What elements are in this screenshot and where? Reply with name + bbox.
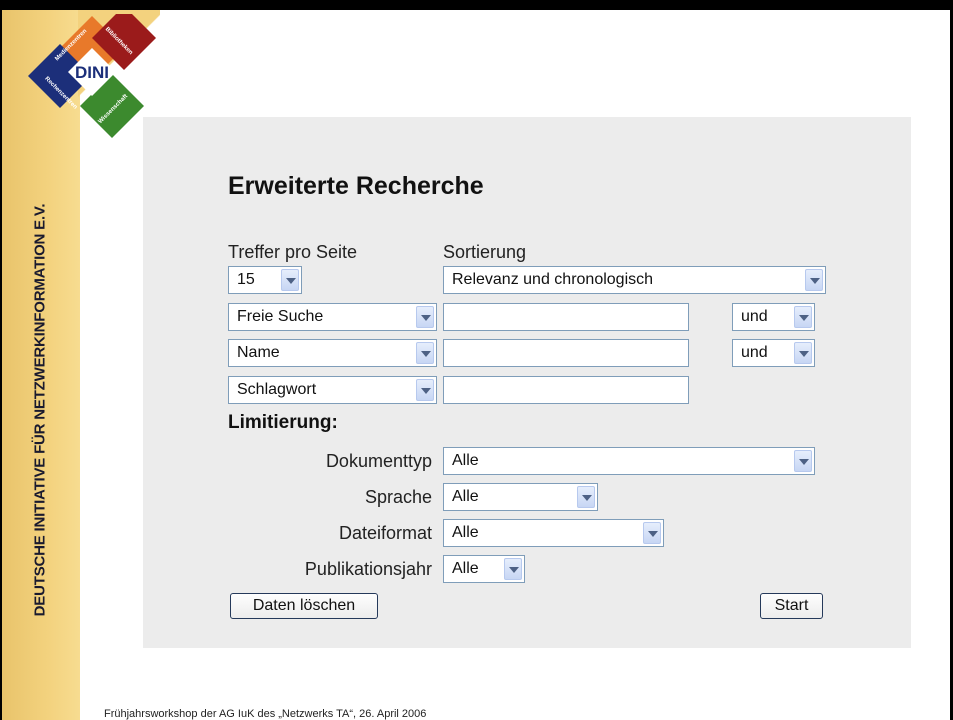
field-select-1[interactable]: Freie Suche	[228, 303, 437, 331]
search-input-3[interactable]	[443, 376, 689, 404]
treffer-select[interactable]: 15	[228, 266, 302, 294]
clear-button[interactable]: Daten löschen	[230, 593, 378, 619]
dokumenttyp-value: Alle	[452, 452, 479, 469]
field-value-3: Schlagwort	[237, 381, 317, 398]
vertical-title: DEUTSCHE INITIATIVE FÜR NETZWERKINFORMAT…	[31, 203, 49, 617]
sprache-select[interactable]: Alle	[443, 483, 598, 511]
chevron-down-icon[interactable]	[794, 450, 812, 472]
logo-center-text: DINI	[75, 63, 109, 82]
dini-logo: DINI Medienzentren Bibliotheken Rechenze…	[28, 14, 156, 138]
chevron-down-icon[interactable]	[643, 522, 661, 544]
chevron-down-icon[interactable]	[416, 379, 434, 401]
sidebar-edge	[0, 10, 2, 720]
dokumenttyp-label: Dokumenttyp	[325, 451, 432, 471]
operator-select-2[interactable]: und	[732, 339, 815, 367]
treffer-label: Treffer pro Seite	[228, 242, 358, 262]
operator-select-1[interactable]: und	[732, 303, 815, 331]
chevron-down-icon[interactable]	[805, 269, 823, 291]
sortierung-label: Sortierung	[443, 242, 527, 262]
operator-value-1: und	[741, 308, 768, 325]
chevron-down-icon[interactable]	[281, 269, 299, 291]
publikationsjahr-label: Publikationsjahr	[304, 559, 432, 579]
operator-value-2: und	[741, 344, 768, 361]
sprache-value: Alle	[452, 488, 479, 505]
chevron-down-icon[interactable]	[416, 306, 434, 328]
search-input-2[interactable]	[443, 339, 689, 367]
limitierung-heading: Limitierung:	[228, 412, 338, 433]
dokumenttyp-select[interactable]: Alle	[443, 447, 815, 475]
search-input-1[interactable]	[443, 303, 689, 331]
treffer-value: 15	[237, 271, 255, 288]
chevron-down-icon[interactable]	[416, 342, 434, 364]
dateiformat-value: Alle	[452, 524, 479, 541]
chevron-down-icon[interactable]	[794, 342, 812, 364]
footer-text: Frühjahrsworkshop der AG IuK des „Netzwe…	[104, 708, 427, 720]
sprache-label: Sprache	[364, 487, 432, 507]
dateiformat-label: Dateiformat	[338, 523, 432, 543]
field-select-3[interactable]: Schlagwort	[228, 376, 437, 404]
start-button[interactable]: Start	[760, 593, 823, 619]
page-title: Erweiterte Recherche	[228, 172, 484, 200]
field-value-2: Name	[237, 344, 280, 361]
sortierung-value: Relevanz und chronologisch	[452, 271, 654, 288]
publikationsjahr-select[interactable]: Alle	[443, 555, 525, 583]
chevron-down-icon[interactable]	[504, 558, 522, 580]
top-border	[0, 0, 953, 10]
field-value-1: Freie Suche	[237, 308, 324, 325]
field-select-2[interactable]: Name	[228, 339, 437, 367]
publikationsjahr-value: Alle	[452, 560, 479, 577]
sortierung-select[interactable]: Relevanz und chronologisch	[443, 266, 826, 294]
chevron-down-icon[interactable]	[577, 486, 595, 508]
chevron-down-icon[interactable]	[794, 306, 812, 328]
dateiformat-select[interactable]: Alle	[443, 519, 664, 547]
